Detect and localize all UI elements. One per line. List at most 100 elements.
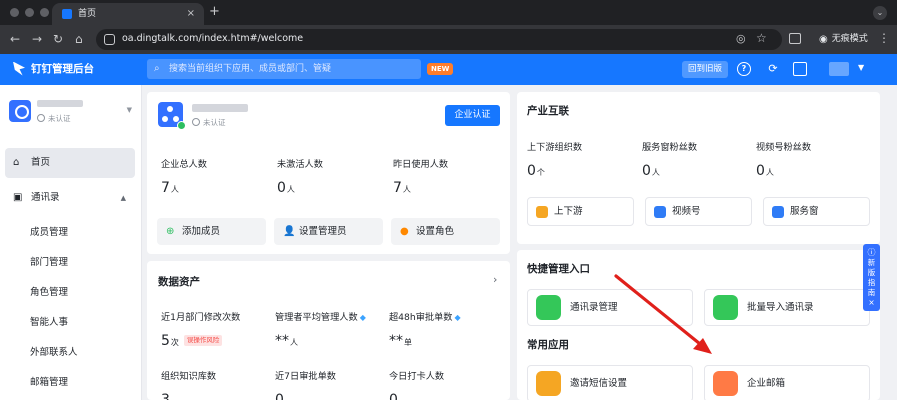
stat-video-fans[interactable]: 视频号粉丝数 0人 (756, 139, 811, 179)
enterprise-mail-app[interactable]: 企业邮箱 (704, 365, 870, 400)
stat-yesterday-users[interactable]: 昨日使用人数 7人 (393, 156, 448, 196)
forward-icon[interactable]: → (32, 31, 42, 47)
bookmark-star-icon[interactable]: ☆ (756, 31, 767, 45)
stat-value: 0 (275, 392, 284, 400)
card-title: 快捷管理入口 (527, 263, 590, 275)
screenshot-icon[interactable] (793, 62, 807, 76)
batch-import-shortcut[interactable]: 批量导入通讯录 (704, 289, 870, 326)
stat-value: 5 (161, 333, 170, 349)
set-role-button[interactable]: ● 设置角色 (391, 218, 500, 245)
window-controls[interactable] (10, 8, 49, 17)
stat-label: 上下游组织数 (527, 142, 583, 153)
stat-value: 0 (756, 163, 765, 179)
reload-icon[interactable]: ↻ (53, 31, 63, 47)
stat-knowledge-bases[interactable]: 组织知识库数 3 (161, 368, 216, 400)
eye-off-icon[interactable]: ◎ (736, 32, 746, 45)
stat-updown-orgs[interactable]: 上下游组织数 0个 (527, 139, 582, 179)
enterprise-verify-button[interactable]: 企业认证 (445, 105, 500, 126)
updown-button[interactable]: 上下游 (527, 197, 634, 226)
help-icon[interactable]: ? (737, 62, 751, 76)
stat-unit: 人 (651, 168, 660, 177)
role-icon: ● (400, 226, 409, 237)
service-window-button[interactable]: 服务窗 (763, 197, 870, 226)
layers-icon (713, 295, 738, 320)
set-admin-button[interactable]: 👤 设置管理员 (274, 218, 383, 245)
card-title: 数据资产 (158, 276, 200, 288)
diamond-icon: ◆ (454, 313, 461, 322)
sidebar-subitem-roles[interactable]: 角色管理 (30, 284, 68, 298)
guide-char: 版 (867, 268, 876, 277)
home-icon[interactable]: ⌂ (75, 31, 83, 47)
stat-unit: 人 (765, 168, 774, 177)
mail-icon (713, 371, 738, 396)
stat-today-checkins[interactable]: 今日打卡人数 0 (389, 368, 444, 400)
chat-bubble-icon (536, 371, 561, 396)
app-header: 钉钉管理后台 ⌕ 搜索当前组织下应用、成员或部门、管疑 NEW 回到旧版 ? ⟳… (0, 54, 897, 85)
browser-menu-icon[interactable]: ⋮ (878, 31, 890, 45)
new-guide-float-button[interactable]: ⓘ 新 版 指 南 × (863, 244, 880, 311)
stat-label: 服务窗粉丝数 (642, 142, 698, 153)
stat-dept-changes[interactable]: 近1月部门修改次数 5次 误操作风险 (161, 309, 240, 349)
sidebar-item-contacts[interactable]: ▣ 通讯录 ▲ (5, 183, 135, 213)
chevron-down-icon[interactable]: ▼ (127, 106, 132, 114)
app-title: 钉钉管理后台 (31, 63, 94, 75)
stat-total-members[interactable]: 企业总人数 7人 (161, 156, 207, 196)
sidebar-subitem-departments[interactable]: 部门管理 (30, 254, 68, 268)
tab-close-icon[interactable]: × (187, 3, 195, 25)
stat-avg-managed[interactable]: 管理者平均管理人数 ◆ **人 (275, 309, 366, 349)
refresh-icon[interactable]: ⟳ (766, 62, 780, 76)
chevron-down-icon[interactable]: ▼ (858, 63, 864, 72)
contacts-management-shortcut[interactable]: 通讯录管理 (527, 289, 693, 326)
sidebar: 未认证 ▼ ⌂ 首页 ▣ 通讯录 ▲ 成员管理 部门管理 角色管理 智能人事 外… (0, 85, 142, 400)
side-panel-icon[interactable] (789, 33, 801, 44)
new-badge: NEW (427, 63, 454, 75)
sms-invite-app[interactable]: 邀请短信设置 (527, 365, 693, 400)
stat-label: 企业总人数 (161, 159, 207, 170)
stat-label: 视频号粉丝数 (756, 142, 812, 153)
stat-overdue-approvals[interactable]: 超48h审批单数 ◆ **单 (389, 309, 461, 349)
stat-label: 今日打卡人数 (389, 371, 445, 382)
chevron-right-icon[interactable]: › (493, 273, 497, 286)
button-label: 设置角色 (416, 226, 455, 237)
stat-label: 管理者平均管理人数 (275, 312, 358, 323)
org-switcher[interactable]: 未认证 ▼ (9, 100, 134, 128)
sidebar-item-label: 通讯录 (31, 192, 60, 203)
button-label: 添加成员 (182, 226, 221, 237)
guide-char: 指 (867, 278, 876, 287)
add-member-button[interactable]: ⊕ 添加成员 (157, 218, 266, 245)
back-icon[interactable]: ← (10, 31, 20, 47)
sidebar-item-home[interactable]: ⌂ 首页 (5, 148, 135, 178)
sidebar-subitem-external[interactable]: 外部联系人 (30, 344, 78, 358)
old-version-button[interactable]: 回到旧版 (682, 61, 729, 78)
org-name-blurred (37, 100, 83, 107)
sidebar-subitem-members[interactable]: 成员管理 (30, 224, 68, 238)
url-text: oa.dingtalk.com/index.htm#/welcome (122, 33, 304, 44)
shortcuts-card: 快捷管理入口 通讯录管理 批量导入通讯录 常用应用 邀请短信设置 企业邮箱 (517, 250, 880, 400)
site-info-icon[interactable] (104, 34, 115, 45)
global-search-input[interactable]: ⌕ 搜索当前组织下应用、成员或部门、管疑 (147, 59, 421, 79)
stat-weekly-approvals[interactable]: 近7日审批单数 0 (275, 368, 336, 400)
stat-inactive-members[interactable]: 未激活人数 0人 (277, 156, 323, 196)
tab-title: 首页 (78, 9, 97, 19)
new-tab-button[interactable]: + (209, 4, 220, 20)
stat-service-fans[interactable]: 服务窗粉丝数 0人 (642, 139, 697, 179)
stat-value: 7 (393, 180, 402, 196)
stat-label: 未激活人数 (277, 159, 323, 170)
url-field[interactable]: oa.dingtalk.com/index.htm#/welcome ◎ ☆ (96, 29, 782, 50)
video-channel-button[interactable]: 视频号 (645, 197, 752, 226)
stat-value: 0 (527, 163, 536, 179)
video-icon (654, 206, 666, 218)
sidebar-subitem-hr[interactable]: 智能人事 (30, 314, 68, 328)
tab-search-icon[interactable]: ⌄ (873, 6, 887, 20)
incognito-indicator[interactable]: ◉ 无痕模式 (811, 31, 876, 48)
browser-tab[interactable]: 首页 × (52, 3, 204, 25)
user-avatar[interactable] (829, 62, 849, 76)
home-icon: ⌂ (13, 157, 20, 168)
service-window-icon (772, 206, 784, 218)
app-label: 邀请短信设置 (570, 378, 628, 389)
sidebar-subitem-mail[interactable]: 邮箱管理 (30, 374, 68, 388)
diamond-icon: ◆ (359, 313, 366, 322)
stat-value: 0 (389, 392, 398, 400)
guide-close-icon[interactable]: × (863, 298, 880, 308)
app-logo[interactable]: 钉钉管理后台 (13, 61, 94, 76)
